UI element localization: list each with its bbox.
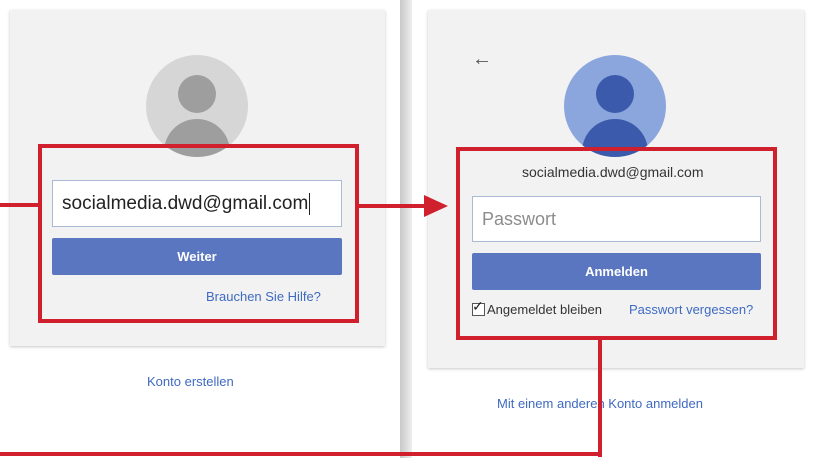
default-avatar-icon (146, 55, 248, 157)
back-arrow-icon[interactable]: ← (472, 48, 492, 71)
annotation-line-vertical (598, 338, 602, 457)
annotation-arrow-head (424, 195, 448, 217)
annotation-line-bottom (0, 452, 602, 456)
create-account-link[interactable]: Konto erstellen (147, 374, 234, 389)
screen-divider (400, 0, 412, 458)
annotation-line-left (0, 203, 42, 207)
highlight-box-right (456, 147, 777, 340)
highlight-box-left (38, 144, 359, 323)
annotation-arrow-shaft (356, 204, 426, 208)
user-avatar-icon (564, 55, 666, 157)
